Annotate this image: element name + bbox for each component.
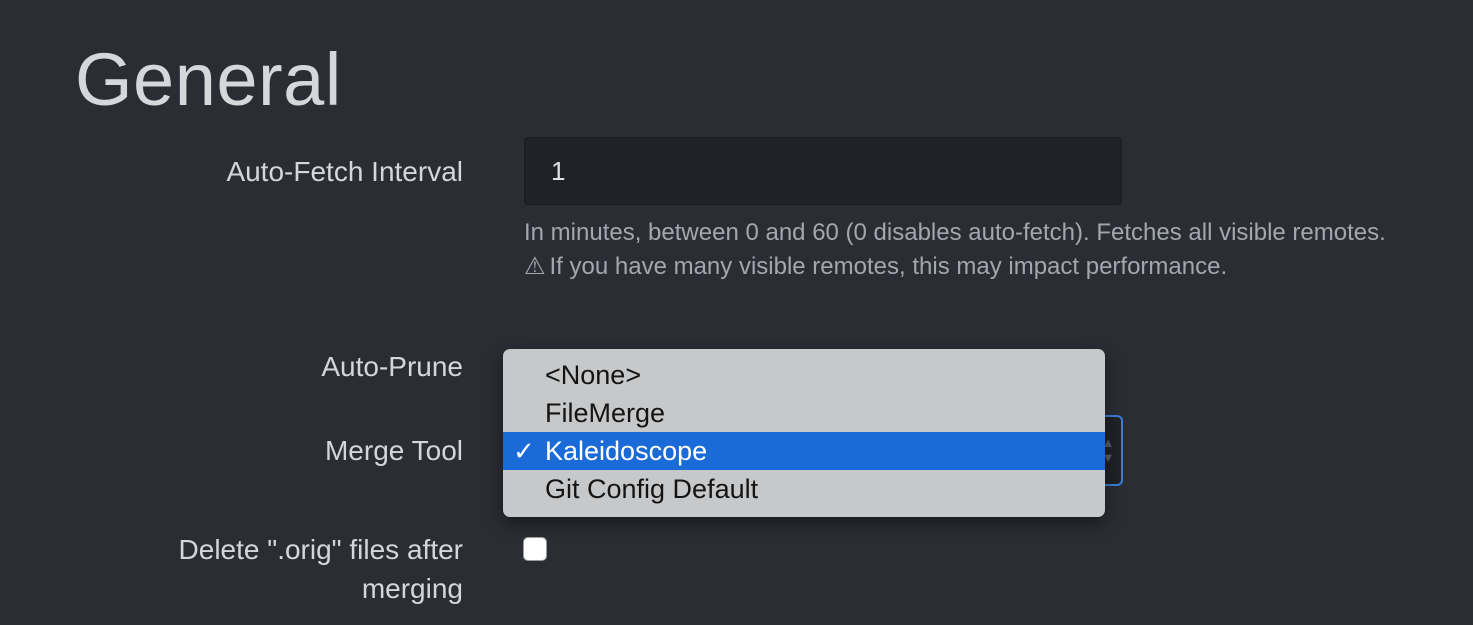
auto-fetch-interval-label: Auto-Fetch Interval	[226, 156, 463, 187]
dropdown-option-filemerge[interactable]: FileMerge	[503, 394, 1105, 432]
checkmark-icon: ✓	[513, 436, 535, 466]
delete-orig-checkbox[interactable]	[523, 537, 547, 561]
page-title: General	[75, 38, 342, 121]
auto-fetch-warning-text: If you have many visible remotes, this m…	[549, 253, 1228, 280]
merge-tool-label: Merge Tool	[324, 435, 463, 466]
dropdown-option-git-config-default[interactable]: Git Config Default	[503, 470, 1105, 508]
auto-fetch-interval-input[interactable]	[524, 137, 1122, 205]
option-label: <None>	[545, 360, 642, 390]
option-label: FileMerge	[545, 398, 666, 428]
dropdown-option-none[interactable]: <None>	[503, 356, 1105, 394]
delete-orig-label-line1: Delete ".orig" files after	[178, 534, 463, 565]
option-label: Kaleidoscope	[545, 436, 708, 466]
auto-fetch-help-text: In minutes, between 0 and 60 (0 disables…	[524, 219, 1386, 246]
delete-orig-label-line2: merging	[361, 573, 463, 604]
auto-prune-label: Auto-Prune	[321, 351, 463, 382]
option-label: Git Config Default	[545, 474, 759, 504]
merge-tool-dropdown-menu: <None> FileMerge ✓ Kaleidoscope Git Conf…	[503, 349, 1105, 517]
dropdown-option-kaleidoscope[interactable]: ✓ Kaleidoscope	[503, 432, 1105, 470]
warning-icon: ⚠	[524, 253, 546, 280]
auto-fetch-warning: ⚠ If you have many visible remotes, this …	[524, 250, 1227, 284]
